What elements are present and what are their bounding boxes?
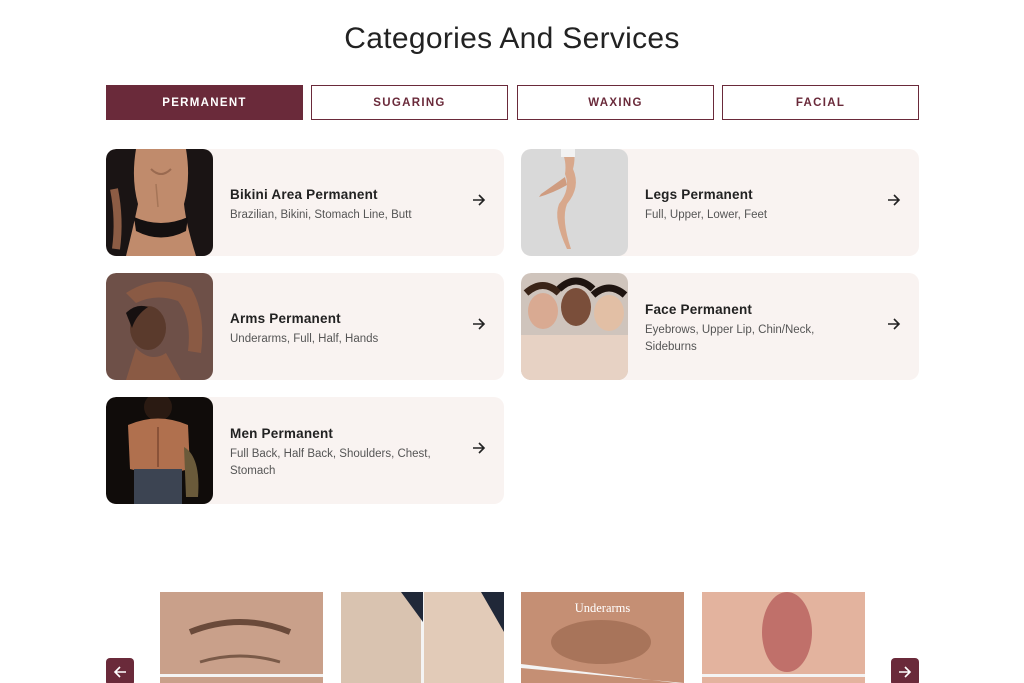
men-photo [106, 397, 213, 504]
gallery-tile-eyebrows[interactable] [160, 592, 323, 683]
gallery-tile-underarms[interactable]: Underarms [521, 592, 684, 683]
arrow-right-icon[interactable] [472, 193, 486, 207]
tab-facial[interactable]: FACIAL [722, 85, 919, 120]
service-card-bikini[interactable]: Bikini Area Permanent Brazilian, Bikini,… [106, 149, 504, 256]
service-card-men[interactable]: Men Permanent Full Back, Half Back, Shou… [106, 397, 504, 504]
arms-photo [106, 273, 213, 380]
service-details: Full Back, Half Back, Shoulders, Chest, … [230, 448, 431, 477]
gallery-next-button[interactable] [891, 658, 919, 683]
service-title: Legs Permanent [645, 187, 753, 202]
service-details: Underarms, Full, Half, Hands [230, 333, 379, 345]
arrow-right-icon[interactable] [887, 317, 901, 331]
face-photo [521, 273, 628, 380]
gallery-prev-button[interactable] [106, 658, 134, 683]
gallery-tile-underarm-compare[interactable] [341, 592, 504, 683]
arrow-right-icon [899, 666, 912, 678]
arrow-right-icon[interactable] [887, 193, 901, 207]
service-details: Full, Upper, Lower, Feet [645, 209, 768, 221]
service-title: Men Permanent [230, 426, 334, 441]
tab-sugaring[interactable]: SUGARING [311, 85, 508, 120]
arrow-left-icon [113, 666, 126, 678]
arrow-right-icon[interactable] [472, 317, 486, 331]
service-card-face[interactable]: Face Permanent Eyebrows, Upper Lip, Chin… [521, 273, 919, 380]
category-tabs: PERMANENT SUGARING WAXING FACIAL [106, 85, 919, 120]
tab-permanent[interactable]: PERMANENT [106, 85, 303, 120]
service-title: Bikini Area Permanent [230, 187, 378, 202]
bikini-photo [106, 149, 213, 256]
service-details: Brazilian, Bikini, Stomach Line, Butt [230, 209, 412, 221]
arrow-right-icon[interactable] [472, 441, 486, 455]
gallery-tile-bikini-line[interactable] [702, 592, 865, 683]
service-card-arms[interactable]: Arms Permanent Underarms, Full, Half, Ha… [106, 273, 504, 380]
service-title: Arms Permanent [230, 311, 341, 326]
tab-waxing[interactable]: WAXING [517, 85, 714, 120]
service-card-legs[interactable]: Legs Permanent Full, Upper, Lower, Feet [521, 149, 919, 256]
gallery-caption: Underarms [574, 601, 631, 615]
service-title: Face Permanent [645, 302, 753, 317]
page-title: Categories And Services [344, 22, 680, 55]
legs-photo [521, 149, 628, 256]
service-details: Eyebrows, Upper Lip, Chin/Neck, Sideburn… [645, 324, 815, 353]
